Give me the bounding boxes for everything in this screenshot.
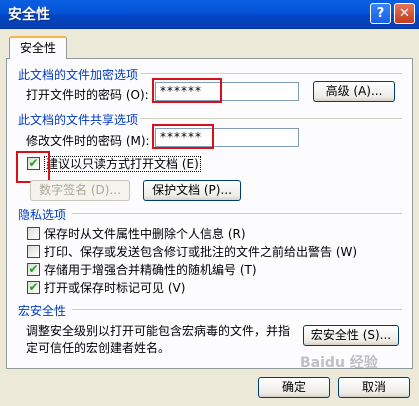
readonly-label-text: 建议以只读方式打开文档 (E): [44, 156, 201, 172]
ok-button[interactable]: 确定: [258, 377, 330, 398]
open-password-label: 打开文件时的密码 (O):: [26, 88, 149, 102]
privacy-label-markup-visible[interactable]: 打开或保存时标记可见 (V): [44, 279, 185, 296]
privacy-checkbox-random-number[interactable]: ✔: [27, 263, 40, 276]
macro-section-title: 宏安全性: [18, 304, 67, 318]
security-dialog: 安全性 ? ✕ 安全性 此文档的文件加密选项 打开文件时的密码 (O): ***…: [0, 0, 419, 406]
encrypt-separator: [140, 73, 402, 74]
cancel-button[interactable]: 取消: [338, 377, 410, 398]
privacy-separator: [72, 213, 402, 214]
digital-signature-button[interactable]: 数字签名 (D)...: [30, 180, 130, 201]
highlight-readonly-checkbox: [16, 151, 50, 183]
highlight-open-password: [152, 78, 222, 103]
privacy-label-warn[interactable]: 打印、保存或发送包含修订或批注的文件之前给出警告 (W): [44, 243, 357, 260]
title-bar[interactable]: 安全性 ? ✕: [0, 0, 419, 29]
privacy-checkbox-remove-info[interactable]: [27, 227, 40, 240]
encrypt-section-title: 此文档的文件加密选项: [18, 68, 139, 82]
macro-description-line1: 调整安全级别以打开可能包含宏病毒的文件，并指: [26, 324, 291, 338]
macro-description-line2: 定可信任的宏创建者姓名。: [26, 341, 171, 355]
window-title: 安全性: [8, 7, 50, 23]
privacy-checkbox-warn[interactable]: [27, 245, 40, 258]
share-section-title: 此文档的文件共享选项: [18, 113, 139, 127]
help-icon[interactable]: ?: [370, 3, 391, 24]
macro-security-button[interactable]: 宏安全性 (S)...: [303, 325, 399, 346]
privacy-label-remove-info[interactable]: 保存时从文件属性中删除个人信息 (R): [44, 225, 246, 242]
readonly-label[interactable]: 建议以只读方式打开文档 (E): [44, 155, 201, 172]
protect-document-button[interactable]: 保护文档 (P)...: [143, 180, 241, 201]
highlight-modify-password: [152, 124, 214, 149]
watermark: Baidu 经验: [300, 355, 378, 371]
macro-separator: [72, 309, 402, 310]
privacy-checkbox-markup-visible[interactable]: ✔: [27, 281, 40, 294]
privacy-section-title: 隐私选项: [18, 208, 67, 222]
privacy-label-random-number[interactable]: 存储用于增强合并精确性的随机编号 (T): [44, 261, 257, 278]
tab-security[interactable]: 安全性: [9, 36, 67, 59]
close-icon[interactable]: ✕: [394, 3, 415, 24]
modify-password-label: 修改文件时的密码 (M):: [26, 134, 150, 148]
advanced-button[interactable]: 高级 (A)...: [313, 81, 395, 102]
share-separator: [140, 118, 402, 119]
